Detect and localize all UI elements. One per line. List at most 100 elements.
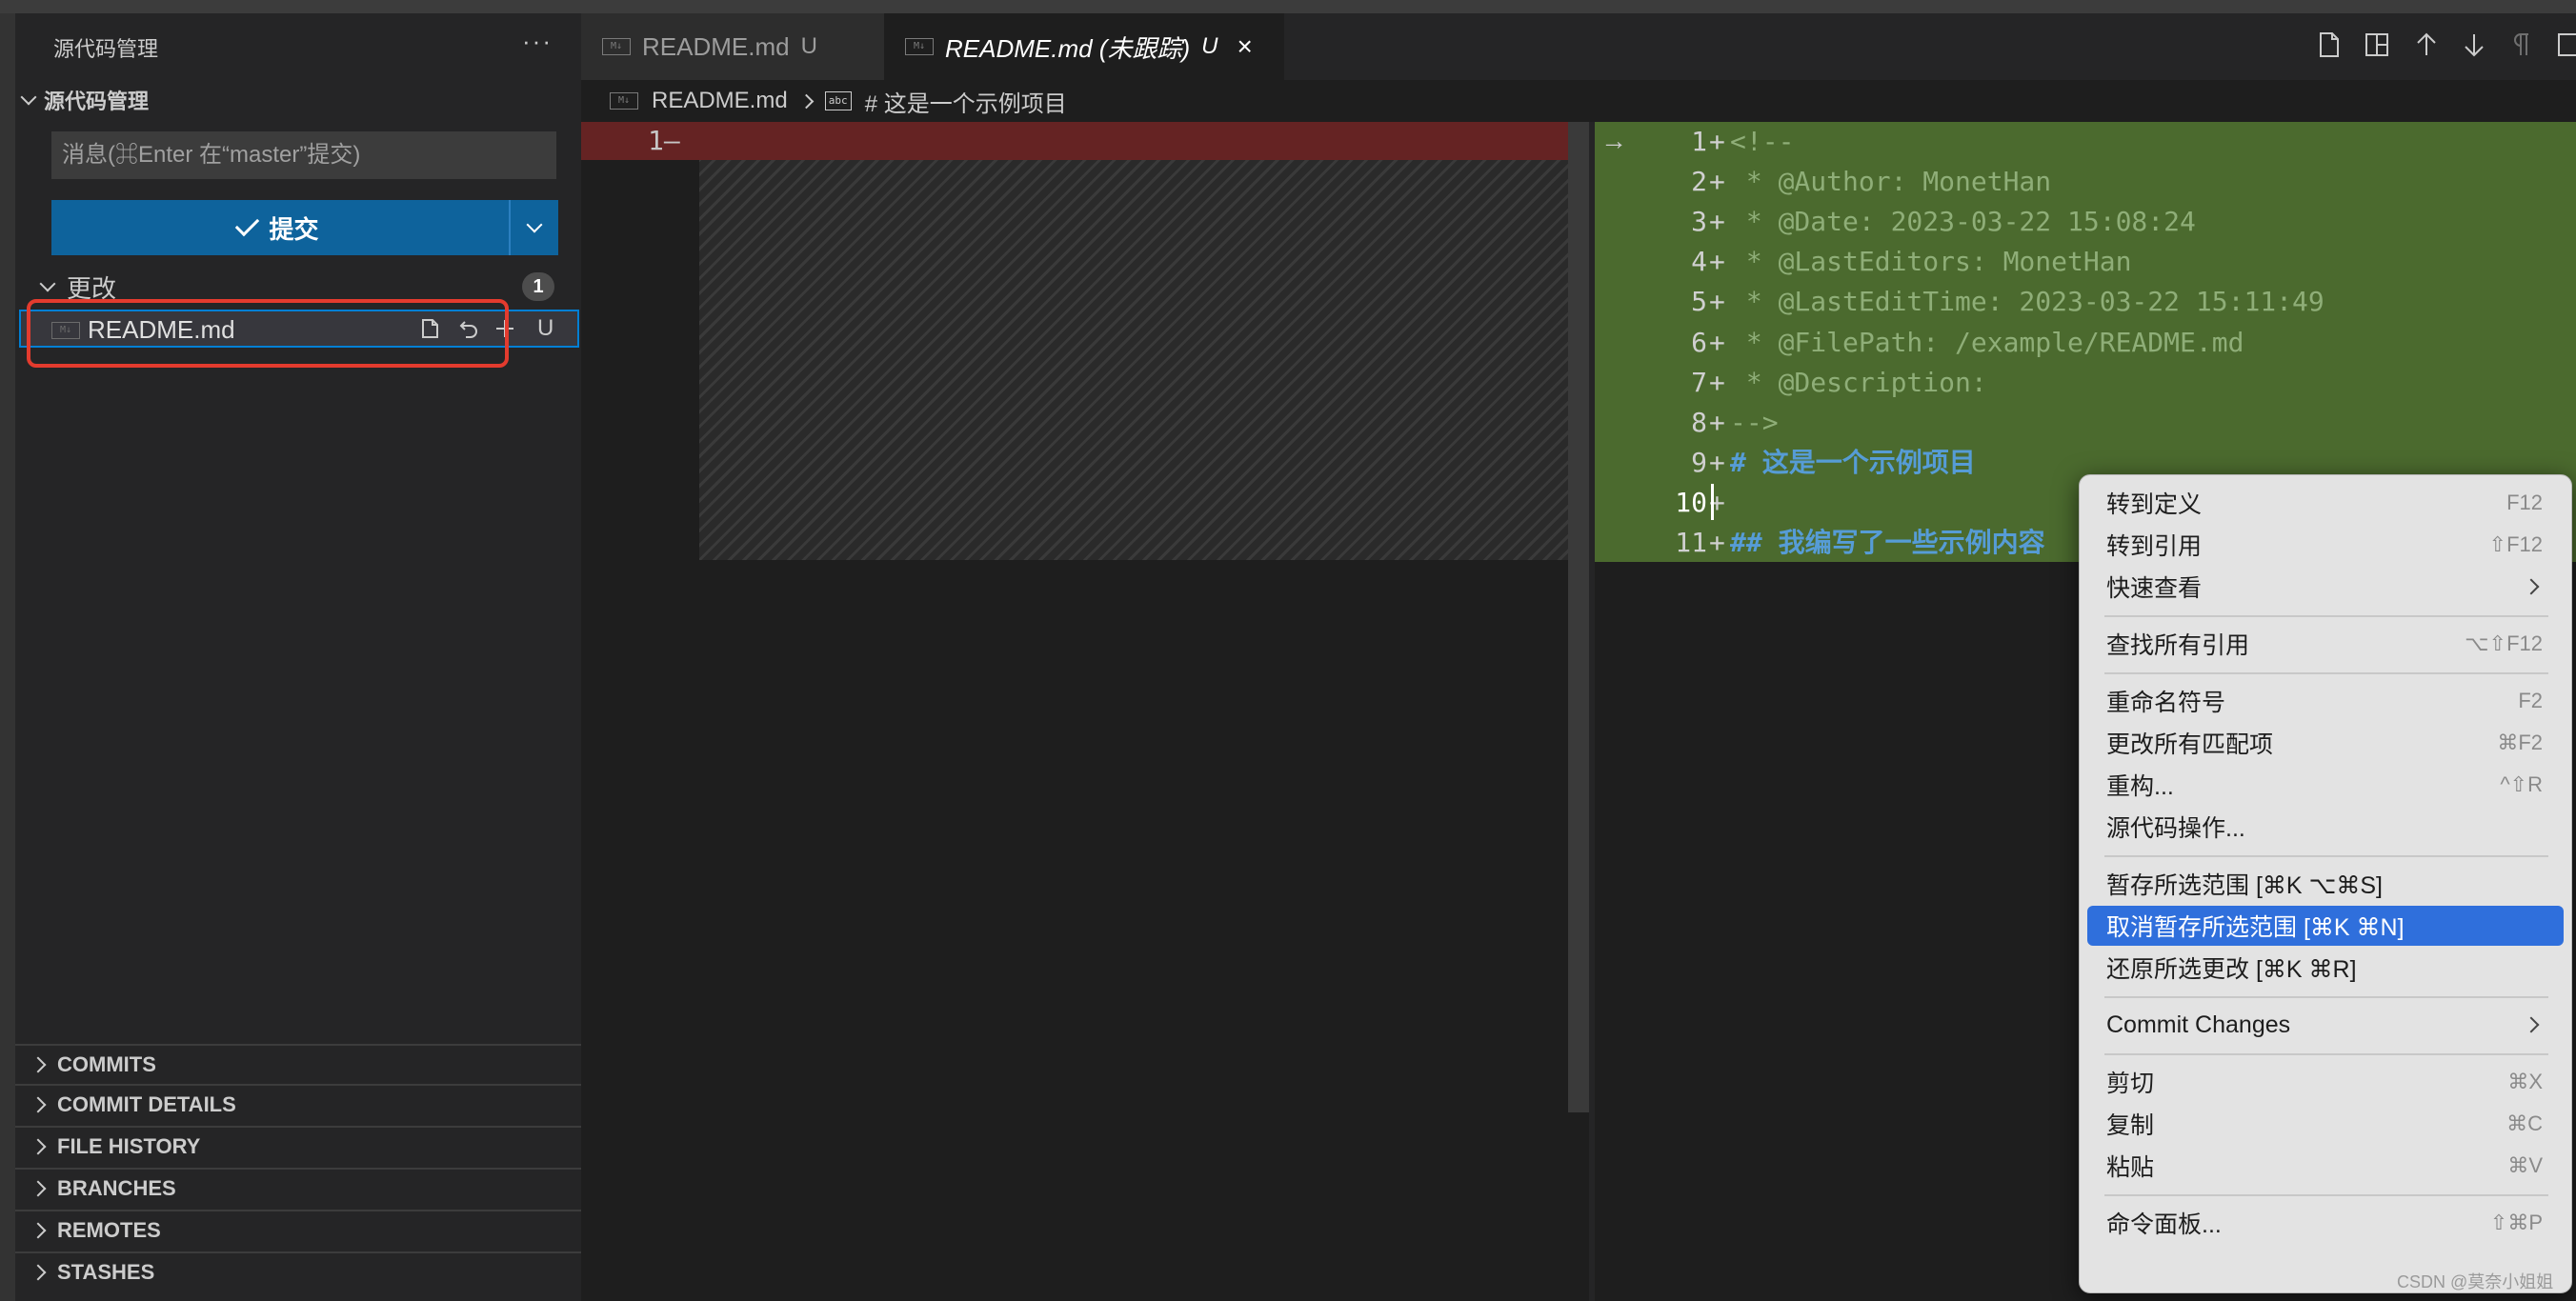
check-icon xyxy=(235,211,260,236)
added-plus-marker: + xyxy=(1709,166,1725,198)
panel-label: COMMITS xyxy=(57,1052,156,1076)
panel-branches[interactable]: BRANCHES xyxy=(15,1168,581,1208)
more-actions-icon[interactable]: ··· xyxy=(522,27,553,56)
menu-item-label: 源代码操作... xyxy=(2106,815,2245,842)
breadcrumb-symbol[interactable]: # 这是一个示例项目 xyxy=(865,85,1067,118)
watermark: CSDN @莫奈小姐姐 xyxy=(2397,1272,2554,1291)
context-menu: 转到定义 F12 转到引用 ⇧F12 快速查看查找所有引用 ⌥⇧F12 重命名符号 F2 更改所… xyxy=(2079,474,2572,1293)
menu-item-label: 粘贴 xyxy=(2106,1154,2155,1181)
menu-item[interactable]: 快速查看 xyxy=(2087,567,2564,607)
menu-item-label: 转到定义 xyxy=(2106,491,2203,518)
code-line[interactable]: 1 <!-- + xyxy=(1620,122,2572,162)
menu-item-shortcut: ⌘F2 xyxy=(2497,731,2543,754)
code-text: * @Author: MonetHan xyxy=(1730,166,2052,198)
code-line[interactable]: 7 * @Description: + xyxy=(1620,363,2572,403)
menu-item[interactable]: 复制 ⌘C xyxy=(2087,1104,2564,1144)
menu-item-label: 暂存所选范围 [⌘K ⌥⌘S] xyxy=(2106,872,2383,899)
breadcrumb-file[interactable]: README.md xyxy=(652,88,788,114)
chevron-right-icon xyxy=(30,1056,47,1073)
menu-item[interactable]: 暂存所选范围 [⌘K ⌥⌘S] xyxy=(2087,864,2564,904)
close-icon[interactable]: × xyxy=(1237,31,1252,62)
code-text: * @FilePath: /example/README.md xyxy=(1730,326,2244,358)
chevron-down-icon xyxy=(39,275,56,292)
menu-item[interactable]: 查找所有引用 ⌥⇧F12 xyxy=(2087,624,2564,664)
line-number: 10 xyxy=(1675,486,1707,518)
breadcrumb: M↓ README.md abc # 这是一个示例项目 xyxy=(610,84,1067,118)
menu-separator xyxy=(2104,615,2548,617)
code-text: * @LastEditors: MonetHan xyxy=(1730,246,2132,278)
scm-section-header[interactable]: 源代码管理 xyxy=(20,86,149,114)
arrow-down-icon[interactable] xyxy=(2458,29,2490,61)
code-line[interactable]: 5 * @LastEditTime: 2023-03-22 15:11:49 + xyxy=(1620,282,2572,322)
line-number: 6 xyxy=(1691,326,1707,358)
chevron-right-icon xyxy=(30,1096,47,1113)
menu-item[interactable]: 重命名符号 F2 xyxy=(2087,681,2564,721)
split-editor-icon[interactable] xyxy=(2551,29,2576,61)
panel-label: COMMIT DETAILS xyxy=(57,1092,236,1116)
menu-item-shortcut: ⇧F12 xyxy=(2488,532,2543,556)
commit-button[interactable]: 提交 xyxy=(51,200,511,255)
inline-view-icon[interactable] xyxy=(2361,29,2393,61)
panel-stashes[interactable]: STASHES xyxy=(15,1251,581,1291)
arrow-up-icon[interactable] xyxy=(2410,29,2443,61)
chevron-right-icon xyxy=(30,1264,47,1281)
added-plus-marker: + xyxy=(1709,527,1725,558)
panel-commits[interactable]: COMMITS xyxy=(15,1044,581,1084)
menu-item-label: Commit Changes xyxy=(2106,1011,2291,1038)
menu-item[interactable]: 重构... ^⇧R xyxy=(2087,765,2564,805)
submenu-chevron-icon xyxy=(2523,1016,2540,1033)
code-text: ## 我编写了一些示例内容 xyxy=(1730,527,2045,558)
commit-message-input[interactable] xyxy=(51,131,556,179)
left-scrollbar[interactable] xyxy=(1568,122,1589,1112)
added-plus-marker: + xyxy=(1709,206,1725,238)
activity-bar xyxy=(0,13,15,1301)
menu-item[interactable]: 命令面板... ⇧⌘P xyxy=(2087,1203,2564,1243)
menu-item[interactable]: 还原所选更改 [⌘K ⌘R] xyxy=(2087,948,2564,988)
panel-label: REMOTES xyxy=(57,1218,161,1242)
panel-commit-details[interactable]: COMMIT DETAILS xyxy=(15,1084,581,1124)
submenu-chevron-icon xyxy=(2523,578,2540,595)
code-text: * @Date: 2023-03-22 15:08:24 xyxy=(1730,206,2196,238)
whitespace-icon[interactable] xyxy=(2506,29,2538,61)
line-number: 1 xyxy=(648,125,664,156)
code-text: # 这是一个示例项目 xyxy=(1730,446,1976,478)
line-number: 2 xyxy=(1691,166,1707,198)
menu-item[interactable]: 取消暂存所选范围 [⌘K ⌘N] xyxy=(2087,906,2564,946)
menu-item[interactable]: Commit Changes xyxy=(2087,1005,2564,1045)
commit-dropdown-button[interactable] xyxy=(511,200,558,255)
menu-item-label: 命令面板... xyxy=(2106,1211,2222,1238)
code-line[interactable]: 4 * @LastEditors: MonetHan + xyxy=(1620,242,2572,282)
menu-item[interactable]: 更改所有匹配项 ⌘F2 xyxy=(2087,723,2564,763)
menu-item-label: 还原所选更改 [⌘K ⌘R] xyxy=(2106,956,2357,983)
chevron-right-icon xyxy=(798,93,814,109)
added-plus-marker: + xyxy=(1709,366,1725,398)
menu-item[interactable]: 粘贴 ⌘V xyxy=(2087,1146,2564,1186)
code-line[interactable]: 3 * @Date: 2023-03-22 15:08:24 + xyxy=(1620,202,2572,242)
open-file-icon[interactable] xyxy=(2313,29,2345,61)
menu-item-label: 重构... xyxy=(2106,773,2174,800)
menu-item[interactable]: 转到定义 F12 xyxy=(2087,483,2564,523)
menu-item-label: 转到引用 xyxy=(2106,533,2203,560)
panel-file-history[interactable]: FILE HISTORY xyxy=(15,1126,581,1166)
menu-separator xyxy=(2104,1194,2548,1196)
tab-readme[interactable]: M↓ README.md U xyxy=(581,13,884,80)
code-line[interactable]: 2 * @Author: MonetHan + xyxy=(1620,162,2572,202)
tab-readme-untracked[interactable]: M↓ README.md (未跟踪) U × xyxy=(884,13,1284,80)
changes-count-badge: 1 xyxy=(522,272,554,301)
code-line[interactable]: 8 --> + xyxy=(1620,403,2572,443)
menu-item-label: 取消暂存所选范围 [⌘K ⌘N] xyxy=(2106,914,2405,941)
panel-remotes[interactable]: REMOTES xyxy=(15,1210,581,1250)
commit-button-label: 提交 xyxy=(269,214,319,244)
code-line[interactable]: 6 * @FilePath: /example/README.md + xyxy=(1620,323,2572,363)
menu-item[interactable]: 转到引用 ⇧F12 xyxy=(2087,525,2564,565)
menu-separator xyxy=(2104,996,2548,998)
changes-group-header[interactable]: 更改 xyxy=(39,270,116,303)
menu-item-shortcut: ⌘V xyxy=(2507,1153,2543,1177)
tab-status: U xyxy=(800,33,817,59)
line-number: 11 xyxy=(1675,527,1707,558)
menu-item[interactable]: 源代码操作... xyxy=(2087,807,2564,847)
menu-item-shortcut: F2 xyxy=(2518,689,2543,712)
added-plus-marker: + xyxy=(1709,446,1725,478)
menu-item[interactable]: 剪切 ⌘X xyxy=(2087,1062,2564,1102)
chevron-right-icon xyxy=(30,1138,47,1155)
